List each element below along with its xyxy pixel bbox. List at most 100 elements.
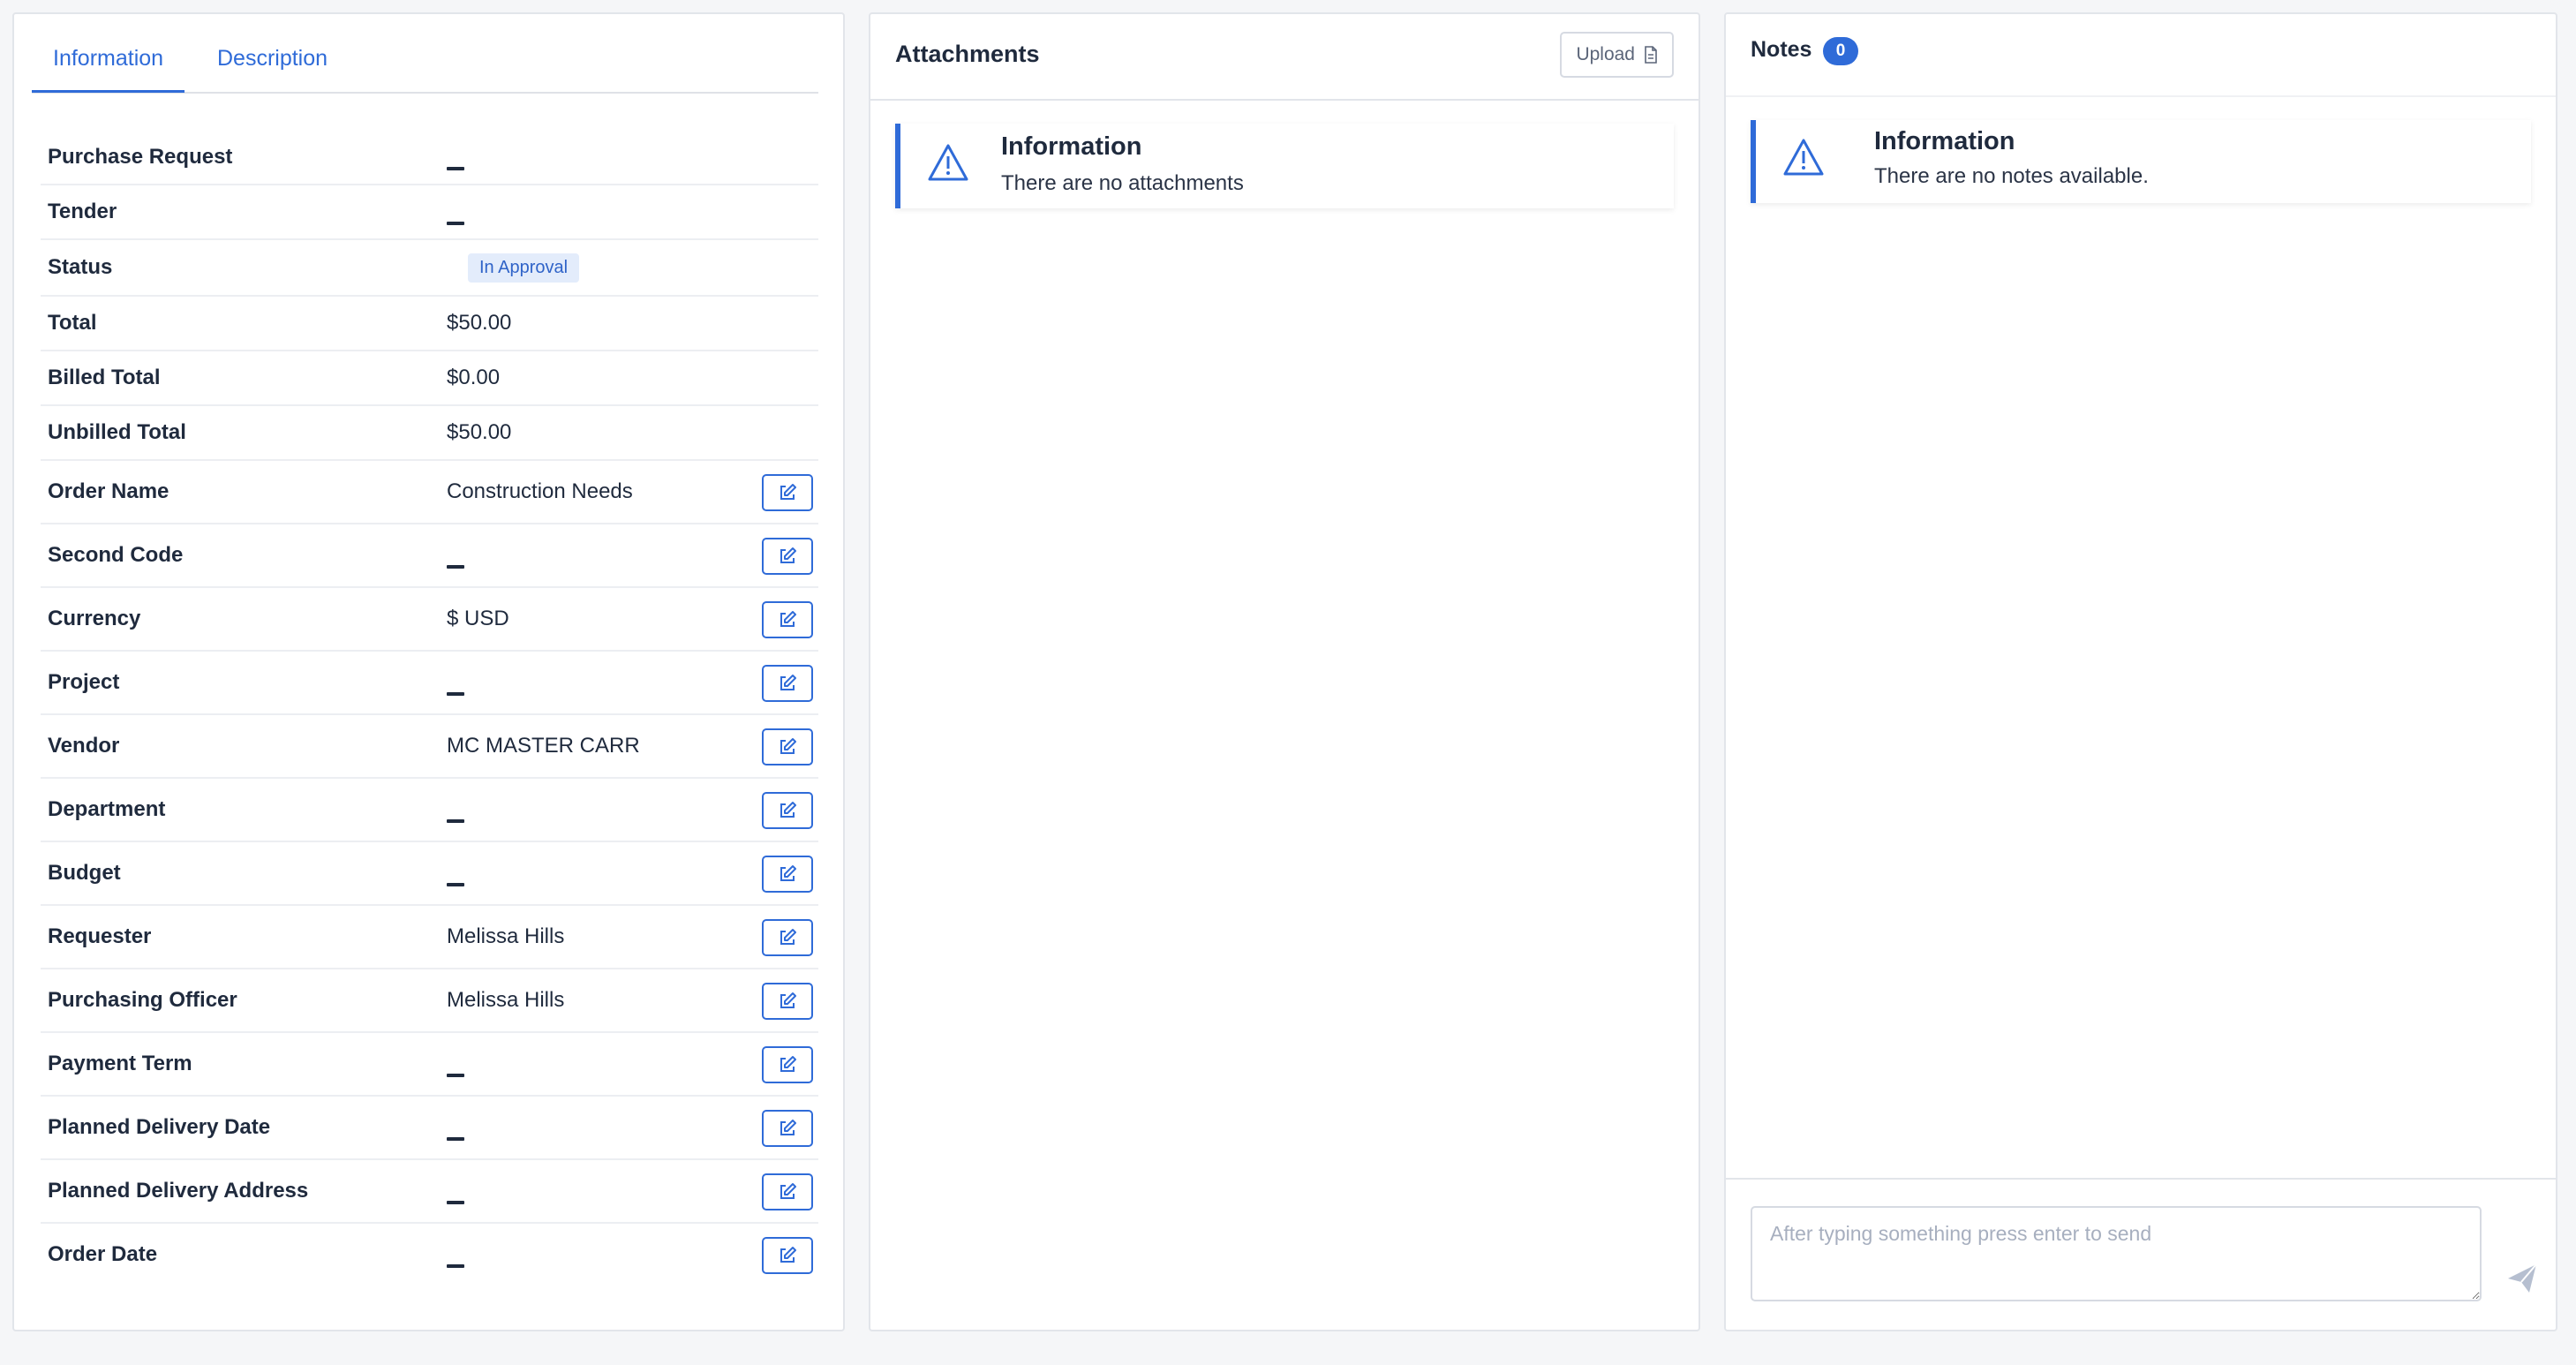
upload-button[interactable]: Upload xyxy=(1560,32,1674,78)
status-badge: In Approval xyxy=(468,253,580,283)
send-icon[interactable] xyxy=(2504,1261,2540,1296)
field-label: Payment Term xyxy=(48,1052,192,1075)
field-label: Vendor xyxy=(48,734,120,758)
upload-label: Upload xyxy=(1576,44,1635,64)
edit-icon xyxy=(780,611,796,627)
dash-placeholder xyxy=(447,221,464,225)
field-row: Billed Total $0.00 xyxy=(41,351,818,406)
field-label: Requester xyxy=(48,924,152,948)
status-value: In Approval xyxy=(468,253,580,283)
edit-icon xyxy=(780,865,796,881)
field-row: Second Code xyxy=(41,524,818,588)
edit-icon xyxy=(780,1247,796,1263)
warning-triangle-icon xyxy=(1783,139,1824,176)
empty-value xyxy=(447,871,464,896)
edit-icon xyxy=(780,547,796,563)
field-value: Melissa Hills xyxy=(447,988,565,1012)
dash-placeholder xyxy=(447,882,464,886)
field-label: Total xyxy=(48,311,97,335)
edit-button[interactable] xyxy=(762,1110,813,1147)
edit-button[interactable] xyxy=(762,538,813,575)
edit-button[interactable] xyxy=(762,919,813,956)
field-row: Unbilled Total $50.00 xyxy=(41,406,818,461)
field-row: Payment Term xyxy=(41,1033,818,1097)
notes-composer xyxy=(1726,1178,2556,1330)
dash-placeholder xyxy=(447,1073,464,1077)
empty-value xyxy=(447,1126,464,1150)
field-row: Purchasing Officer Melissa Hills xyxy=(41,969,818,1033)
field-label: Department xyxy=(48,797,166,821)
edit-icon xyxy=(780,1120,796,1135)
edit-icon xyxy=(780,484,796,500)
dash-placeholder xyxy=(447,818,464,823)
empty-value xyxy=(447,155,464,180)
empty-value xyxy=(447,1189,464,1214)
tab-information[interactable]: Information xyxy=(31,46,185,93)
edit-icon xyxy=(780,1183,796,1199)
field-row: Order Date xyxy=(41,1224,818,1287)
edit-icon xyxy=(780,802,796,818)
edit-button[interactable] xyxy=(762,1237,813,1274)
notes-header: Notes 0 xyxy=(1726,14,2556,97)
edit-icon xyxy=(780,675,796,690)
field-row: Project xyxy=(41,652,818,715)
edit-button[interactable] xyxy=(762,1173,813,1210)
edit-button[interactable] xyxy=(762,856,813,893)
empty-value xyxy=(447,681,464,705)
edit-button[interactable] xyxy=(762,474,813,511)
dash-placeholder xyxy=(447,1263,464,1268)
field-value: $ USD xyxy=(447,607,509,630)
field-label: Order Date xyxy=(48,1242,158,1266)
edit-button[interactable] xyxy=(762,728,813,765)
field-row: Requester Melissa Hills xyxy=(41,906,818,969)
notes-title: Notes xyxy=(1751,37,1812,62)
field-value: $0.00 xyxy=(447,366,501,389)
note-input[interactable] xyxy=(1751,1206,2482,1301)
file-icon xyxy=(1645,46,1657,64)
edit-button[interactable] xyxy=(762,983,813,1020)
field-label: Budget xyxy=(48,861,121,885)
edit-icon xyxy=(780,929,796,945)
field-label: Planned Delivery Address xyxy=(48,1179,309,1203)
field-label: Project xyxy=(48,670,120,694)
empty-value xyxy=(447,808,464,833)
field-label: Billed Total xyxy=(48,366,161,389)
field-row: Department xyxy=(41,779,818,842)
field-row: Budget xyxy=(41,842,818,906)
notes-panel: Notes 0 Information There are no notes a… xyxy=(1724,12,2557,1331)
edit-icon xyxy=(780,1056,796,1072)
field-label: Currency xyxy=(48,607,141,630)
attachments-alert: Information There are no attachments xyxy=(895,124,1674,208)
field-label: Tender xyxy=(48,200,117,223)
field-label: Purchase Request xyxy=(48,145,233,169)
notes-count-badge: 0 xyxy=(1823,37,1858,65)
warning-triangle-icon xyxy=(928,144,968,181)
empty-value xyxy=(447,210,464,235)
edit-icon xyxy=(780,738,796,754)
dash-placeholder xyxy=(447,1200,464,1204)
field-row: Planned Delivery Date xyxy=(41,1097,818,1160)
empty-value xyxy=(447,554,464,578)
field-row: Total $50.00 xyxy=(41,297,818,351)
attachments-title: Attachments xyxy=(895,41,1040,67)
alert-message: There are no attachments xyxy=(1001,171,1244,195)
field-list: Purchase Request Tender Status In Approval T… xyxy=(41,131,818,1287)
field-value: $50.00 xyxy=(447,420,512,444)
tab-bar: Information Description xyxy=(31,14,818,94)
tab-description[interactable]: Description xyxy=(217,46,328,72)
empty-value xyxy=(447,1062,464,1087)
field-row: Purchase Request xyxy=(41,131,818,185)
field-value: MC MASTER CARR xyxy=(447,734,640,758)
field-row: Order Name Construction Needs xyxy=(41,461,818,524)
edit-button[interactable] xyxy=(762,601,813,638)
field-row: Tender xyxy=(41,185,818,240)
edit-button[interactable] xyxy=(762,792,813,829)
attachments-header: Attachments Upload xyxy=(870,14,1699,101)
field-value: $50.00 xyxy=(447,311,512,335)
field-label: Planned Delivery Date xyxy=(48,1115,271,1139)
edit-button[interactable] xyxy=(762,1046,813,1083)
field-label: Status xyxy=(48,255,113,279)
empty-value xyxy=(447,1253,464,1278)
edit-button[interactable] xyxy=(762,665,813,702)
field-value: Construction Needs xyxy=(447,479,633,503)
